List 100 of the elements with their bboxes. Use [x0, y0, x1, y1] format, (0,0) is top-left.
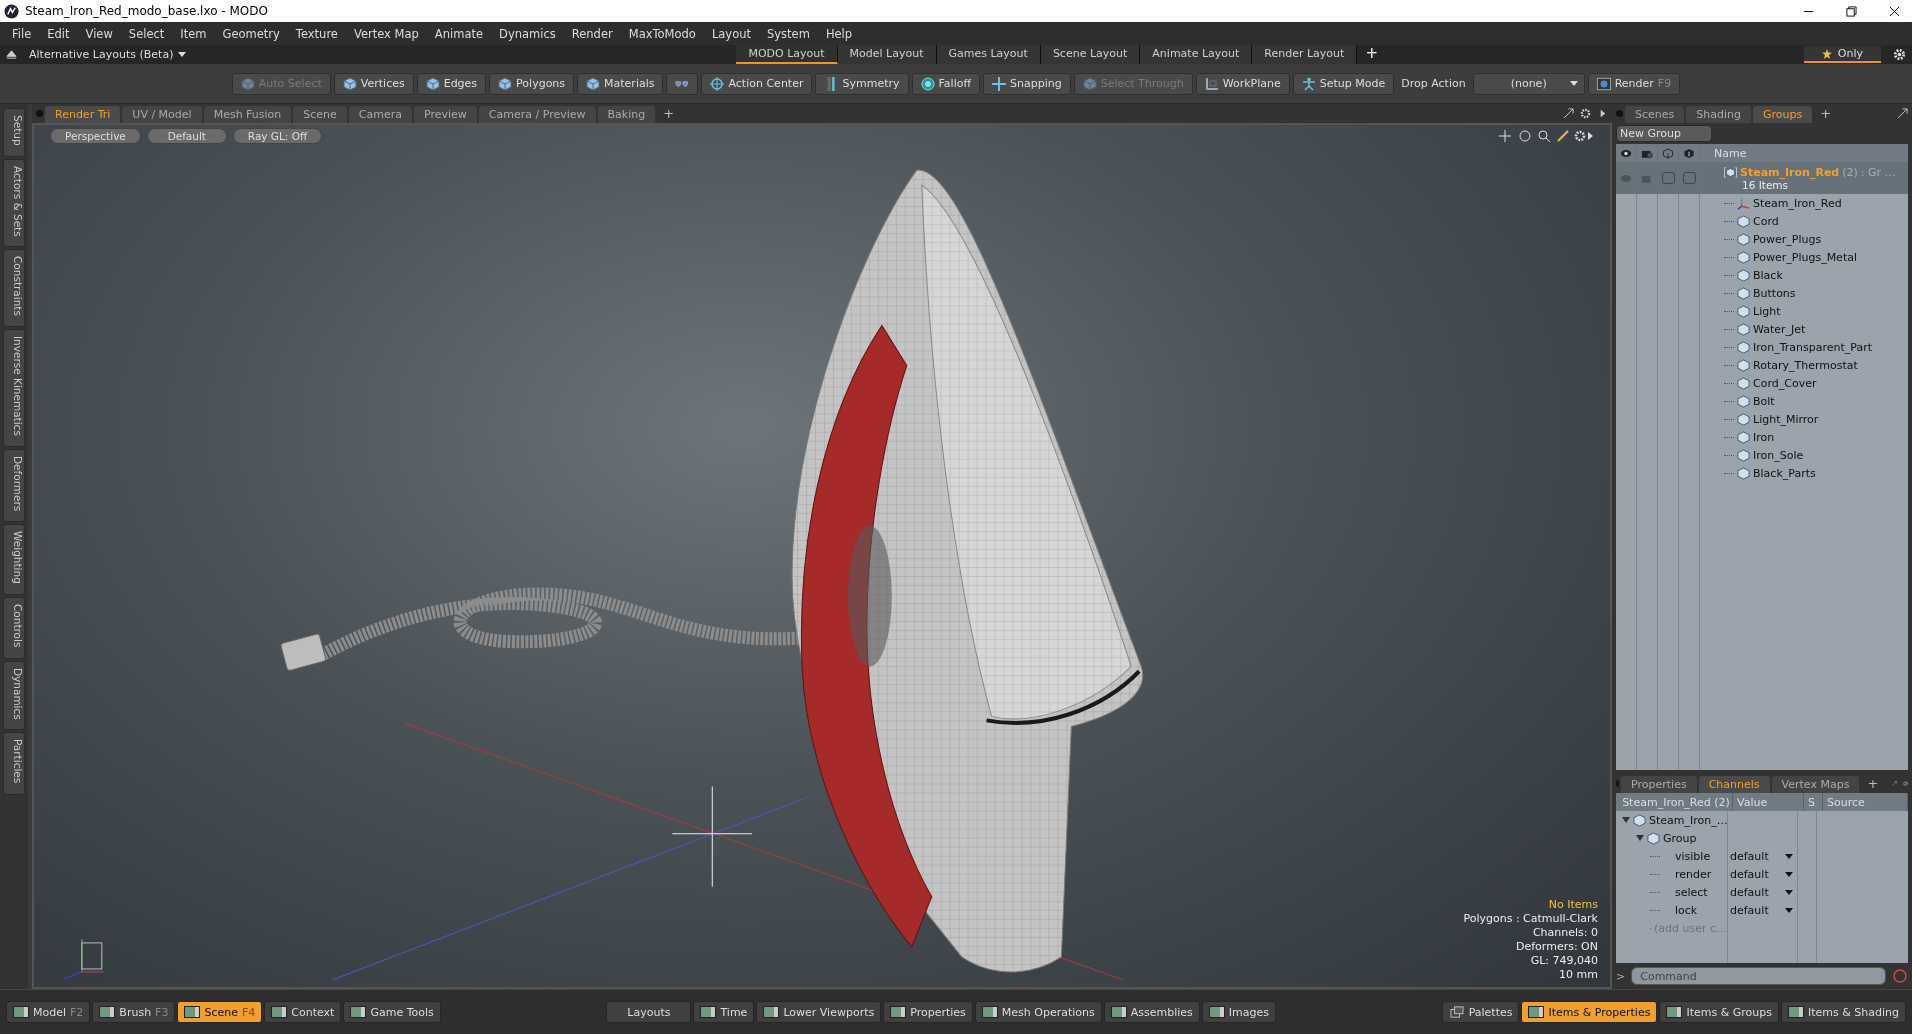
dropdown-caret-icon[interactable]: [1785, 907, 1793, 913]
layout-switcher[interactable]: Alternative Layouts (Beta): [29, 48, 187, 61]
new-group-button[interactable]: New Group: [1616, 125, 1712, 142]
viewport-tab[interactable]: Baking: [597, 106, 656, 123]
viewport-option-button[interactable]: Default: [146, 128, 227, 144]
side-tab[interactable]: Dynamics: [3, 660, 25, 731]
command-field[interactable]: Command: [1631, 967, 1886, 985]
dropdown-caret-icon[interactable]: [1785, 871, 1793, 877]
viewport-tab[interactable]: Preview: [414, 106, 477, 123]
toolbar-button[interactable]: Vertices: [333, 72, 414, 95]
side-tab[interactable]: Actors & Sets: [3, 158, 25, 248]
panel-tab[interactable]: Properties: [1621, 776, 1697, 793]
settings-icon[interactable]: [1580, 108, 1591, 119]
mode-button[interactable]: Context: [264, 1001, 342, 1023]
panel-menu-dot-icon[interactable]: [36, 110, 43, 117]
add-tab-button[interactable]: +: [1814, 106, 1838, 121]
panel-menu-dot-icon[interactable]: [1616, 780, 1620, 787]
viewport-tab[interactable]: Scene: [293, 106, 347, 123]
add-layout-button[interactable]: +: [1357, 45, 1386, 64]
maximize-icon[interactable]: [1897, 108, 1908, 119]
layout-preset-button[interactable]: Items & Groups: [1659, 1001, 1779, 1023]
settings-icon[interactable]: [1893, 48, 1906, 61]
side-tab[interactable]: Constraints: [3, 249, 25, 328]
drop-action-dropdown[interactable]: (none): [1472, 72, 1585, 95]
group-item[interactable]: Iron_Sole: [1753, 448, 1804, 462]
toolbar-icon-button[interactable]: [666, 72, 699, 95]
panel-button[interactable]: Properties: [883, 1001, 973, 1023]
mode-button[interactable]: Scene F4: [177, 1001, 263, 1023]
toolbar-button[interactable]: Materials: [577, 72, 664, 95]
panel-tab[interactable]: Channels: [1698, 776, 1770, 793]
mode-button[interactable]: Model F2: [6, 1001, 91, 1023]
add-tab-button[interactable]: +: [657, 106, 681, 121]
side-tab[interactable]: Particles: [3, 732, 25, 795]
viewport-tab[interactable]: Camera / Preview: [478, 106, 596, 123]
viewport-tab[interactable]: Camera: [348, 106, 413, 123]
toolbar-button[interactable]: Symmetry: [815, 72, 909, 95]
group-item[interactable]: Light_Mirror: [1753, 412, 1819, 426]
navigation-icons-drawing[interactable]: [1498, 129, 1594, 143]
layout-tab[interactable]: Model Layout: [837, 45, 937, 64]
toolbar-button[interactable]: Polygons: [489, 72, 575, 95]
group-item[interactable]: Black_Parts: [1753, 466, 1816, 480]
record-icon[interactable]: [1892, 968, 1908, 984]
layout-preset-button[interactable]: Items & Properties: [1521, 1001, 1658, 1023]
only-button[interactable]: Only: [1803, 46, 1881, 63]
menu-item[interactable]: MaxToModo: [620, 26, 704, 41]
menu-item[interactable]: View: [77, 26, 121, 41]
menu-item[interactable]: Edit: [39, 26, 78, 41]
toolbar-button[interactable]: Falloff: [911, 72, 980, 95]
panel-button[interactable]: Mesh Operations: [974, 1001, 1102, 1023]
group-item[interactable]: Black: [1753, 268, 1783, 282]
group-item[interactable]: Buttons: [1753, 286, 1796, 300]
panel-button[interactable]: Images: [1201, 1001, 1277, 1023]
dropdown-caret-icon[interactable]: [1785, 853, 1793, 859]
layout-tab[interactable]: MODO Layout: [736, 45, 838, 64]
panel-button[interactable]: Assemblies: [1103, 1001, 1200, 1023]
expand-arrow-icon[interactable]: [1622, 816, 1630, 824]
layout-preset-button[interactable]: Items & Shading: [1780, 1001, 1906, 1023]
panel-tab[interactable]: Vertex Maps: [1771, 776, 1860, 793]
menu-item[interactable]: Texture: [287, 26, 346, 41]
viewport-option-button[interactable]: Perspective: [50, 128, 141, 144]
side-tab[interactable]: Weighting: [3, 524, 25, 596]
menu-item[interactable]: File: [4, 26, 40, 41]
panel-menu-dot-icon[interactable]: [1616, 110, 1623, 117]
add-tab-button[interactable]: +: [1861, 776, 1885, 791]
menu-item[interactable]: Geometry: [214, 26, 288, 41]
menu-item[interactable]: System: [759, 26, 818, 41]
menu-item[interactable]: Render: [563, 26, 621, 41]
side-tab[interactable]: Controls: [3, 597, 25, 659]
viewport-tab[interactable]: Render Tri: [45, 106, 121, 123]
toolbar-button[interactable]: WorkPlane: [1195, 72, 1290, 95]
eye-icon[interactable]: [1620, 147, 1632, 159]
group-item[interactable]: Iron: [1753, 430, 1775, 444]
toolbar-button[interactable]: Edges: [416, 72, 487, 95]
mode-button[interactable]: Game Tools: [343, 1001, 441, 1023]
close-icon[interactable]: [1889, 5, 1900, 17]
toolbar-button[interactable]: Snapping: [983, 72, 1071, 95]
panel-tab[interactable]: Shading: [1686, 106, 1751, 123]
group-item[interactable]: Rotary_Thermostat: [1753, 358, 1858, 372]
group-item[interactable]: Power_Plugs: [1753, 232, 1822, 246]
viewport-tab[interactable]: Mesh Fusion: [203, 106, 292, 123]
group-item[interactable]: Steam_Iron_Red: [1753, 196, 1842, 210]
layout-tab[interactable]: Animate Layout: [1140, 45, 1253, 64]
3d-viewport[interactable]: Perspective Default Ray GL: Off No Items Polygons : Catmull-Clark Channels: 0 Deformers: ON GL: 749,040 10 mm: [32, 123, 1612, 989]
layout-tab[interactable]: Render Layout: [1252, 45, 1358, 64]
group-item[interactable]: Water_Jet: [1753, 322, 1806, 336]
layout-tab[interactable]: Scene Layout: [1040, 45, 1141, 64]
toolbar-button[interactable]: Action Center: [701, 72, 813, 95]
toolbar-button[interactable]: Setup Mode: [1292, 72, 1395, 95]
side-tab[interactable]: Inverse Kinematics: [3, 329, 25, 448]
viewport-tab[interactable]: UV / Model: [122, 106, 202, 123]
side-tab[interactable]: Deformers: [3, 449, 25, 523]
layout-tab[interactable]: Games Layout: [936, 45, 1041, 64]
lock-cube-icon[interactable]: [1683, 147, 1695, 159]
menu-item[interactable]: Vertex Map: [345, 26, 427, 41]
panel-button[interactable]: Layouts: [606, 1001, 692, 1023]
render-button[interactable]: Render F9: [1587, 72, 1681, 95]
cube-outline-icon[interactable]: [1662, 147, 1674, 159]
dropdown-caret-icon[interactable]: [1785, 889, 1793, 895]
menu-item[interactable]: Select: [120, 26, 173, 41]
layout-preset-button[interactable]: Palettes: [1441, 1001, 1520, 1023]
